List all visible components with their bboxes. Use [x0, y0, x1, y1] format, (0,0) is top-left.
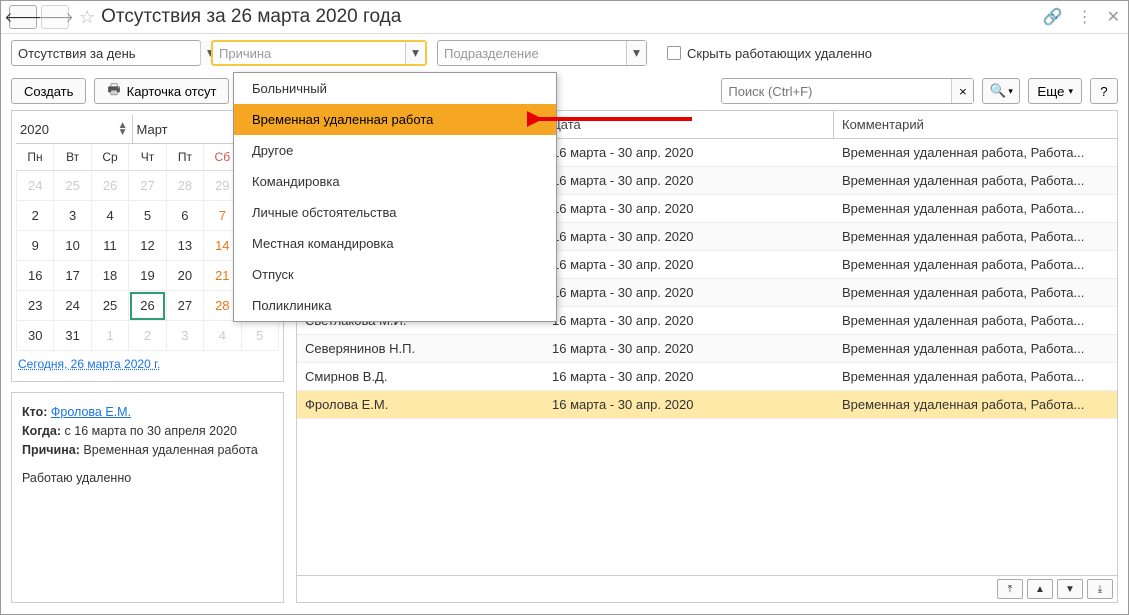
- calendar-day[interactable]: 31: [54, 321, 91, 351]
- dropdown-item[interactable]: Местная командировка: [234, 228, 556, 259]
- calendar-day[interactable]: 20: [166, 261, 203, 291]
- hide-remote-checkbox[interactable]: [667, 46, 681, 60]
- calendar-day[interactable]: 5: [241, 321, 278, 351]
- table-row[interactable]: Северянинов Н.П.16 марта - 30 апр. 2020В…: [297, 335, 1117, 363]
- calendar-day[interactable]: 25: [54, 171, 91, 201]
- scroll-up-button[interactable]: ▲: [1027, 579, 1053, 599]
- calendar-day[interactable]: 19: [129, 261, 166, 291]
- hide-remote-label: Скрыть работающих удаленно: [687, 46, 872, 61]
- calendar-day[interactable]: 12: [129, 231, 166, 261]
- calendar-day[interactable]: 2: [17, 201, 54, 231]
- dropdown-item[interactable]: Больничный: [234, 73, 556, 104]
- close-icon[interactable]: ✕: [1107, 7, 1120, 27]
- back-button[interactable]: 🡐: [9, 5, 37, 29]
- calendar-day[interactable]: 24: [54, 291, 91, 321]
- calendar-day[interactable]: 3: [54, 201, 91, 231]
- calendar-day[interactable]: 30: [17, 321, 54, 351]
- calendar-day[interactable]: 17: [54, 261, 91, 291]
- calendar-day[interactable]: 28: [166, 171, 203, 201]
- info-note: Работаю удаленно: [22, 469, 273, 488]
- card-button[interactable]: 🖶 Карточка отсут: [94, 78, 229, 104]
- table-row[interactable]: Фролова Е.М.16 марта - 30 апр. 2020Време…: [297, 391, 1117, 419]
- toolbar: Создать 🖶 Карточка отсут × 🔍▾ Еще▾ ?: [1, 72, 1128, 110]
- scroll-top-button[interactable]: ⤒: [997, 579, 1023, 599]
- calendar-day[interactable]: 25: [91, 291, 128, 321]
- col-date[interactable]: Дата: [544, 111, 834, 138]
- calendar-day[interactable]: 26: [91, 171, 128, 201]
- search-menu-button[interactable]: 🔍▾: [982, 78, 1020, 104]
- forward-button[interactable]: 🡒: [41, 5, 69, 29]
- today-link[interactable]: Сегодня, 26 марта 2020 г.: [16, 351, 162, 377]
- scroll-bottom-button[interactable]: ⤓: [1087, 579, 1113, 599]
- calendar-day[interactable]: 10: [54, 231, 91, 261]
- calendar-year[interactable]: 2020 ▲▼: [16, 115, 133, 143]
- help-button[interactable]: ?: [1090, 78, 1118, 104]
- calendar-day[interactable]: 6: [166, 201, 203, 231]
- dropdown-item[interactable]: Отпуск: [234, 259, 556, 290]
- calendar-day[interactable]: 2: [129, 321, 166, 351]
- department-input[interactable]: [438, 46, 626, 61]
- calendar-day[interactable]: 11: [91, 231, 128, 261]
- dropdown-item[interactable]: Временная удаленная работа: [234, 104, 556, 135]
- scroll-down-button[interactable]: ▼: [1057, 579, 1083, 599]
- info-panel: Кто: Фролова Е.М. Когда: с 16 марта по 3…: [11, 392, 284, 603]
- calendar-day[interactable]: 3: [166, 321, 203, 351]
- calendar-day[interactable]: 13: [166, 231, 203, 261]
- who-link[interactable]: Фролова Е.М.: [51, 405, 131, 419]
- more-button[interactable]: Еще▾: [1028, 78, 1082, 104]
- calendar-day[interactable]: 1: [91, 321, 128, 351]
- table-footer: ⤒ ▲ ▼ ⤓: [297, 575, 1117, 602]
- reason-dropdown[interactable]: БольничныйВременная удаленная работаДруг…: [233, 72, 557, 322]
- titlebar: 🡐 🡒 ☆ Отсутствия за 26 марта 2020 года 🔗…: [1, 1, 1128, 34]
- calendar-day[interactable]: 27: [129, 171, 166, 201]
- search-box[interactable]: ×: [721, 78, 974, 104]
- search-clear-button[interactable]: ×: [951, 79, 973, 103]
- calendar-day[interactable]: 4: [91, 201, 128, 231]
- dropdown-item[interactable]: Личные обстоятельства: [234, 197, 556, 228]
- department-dropdown-icon[interactable]: ▾: [626, 41, 646, 65]
- dropdown-item[interactable]: Другое: [234, 135, 556, 166]
- dropdown-item[interactable]: Командировка: [234, 166, 556, 197]
- table-row[interactable]: Смирнов В.Д.16 марта - 30 апр. 2020Време…: [297, 363, 1117, 391]
- page-title: Отсутствия за 26 марта 2020 года: [101, 6, 1043, 28]
- filter-bar: ▾ ▾ ▾ Скрыть работающих удаленно: [1, 34, 1128, 72]
- link-icon[interactable]: 🔗: [1043, 7, 1063, 27]
- magnifier-icon: 🔍: [990, 83, 1007, 99]
- dropdown-item[interactable]: Поликлиника: [234, 290, 556, 321]
- print-icon: 🖶: [107, 79, 120, 103]
- chevron-down-icon: ▾: [1008, 86, 1013, 97]
- spinner-icon[interactable]: ▲▼: [118, 122, 128, 136]
- view-input[interactable]: [12, 46, 200, 61]
- view-combo[interactable]: ▾: [11, 40, 201, 66]
- calendar-day[interactable]: 16: [17, 261, 54, 291]
- reason-dropdown-icon[interactable]: ▾: [405, 42, 425, 64]
- calendar-day[interactable]: 9: [17, 231, 54, 261]
- kebab-icon[interactable]: ⋮: [1077, 7, 1093, 27]
- calendar-day[interactable]: 5: [129, 201, 166, 231]
- reason-combo[interactable]: ▾: [211, 40, 427, 66]
- department-combo[interactable]: ▾: [437, 40, 647, 66]
- calendar-day[interactable]: 23: [17, 291, 54, 321]
- favorite-icon[interactable]: ☆: [79, 7, 95, 28]
- calendar-day[interactable]: 4: [204, 321, 241, 351]
- calendar-day[interactable]: 26: [129, 291, 166, 321]
- search-input[interactable]: [722, 84, 951, 99]
- calendar-month[interactable]: Март ▲▼: [133, 115, 250, 143]
- calendar-day[interactable]: 24: [17, 171, 54, 201]
- calendar-day[interactable]: 18: [91, 261, 128, 291]
- chevron-down-icon: ▾: [1068, 86, 1073, 97]
- reason-input[interactable]: [213, 46, 405, 61]
- calendar-day[interactable]: 27: [166, 291, 203, 321]
- col-comment[interactable]: Комментарий: [834, 111, 1117, 138]
- create-button[interactable]: Создать: [11, 78, 86, 104]
